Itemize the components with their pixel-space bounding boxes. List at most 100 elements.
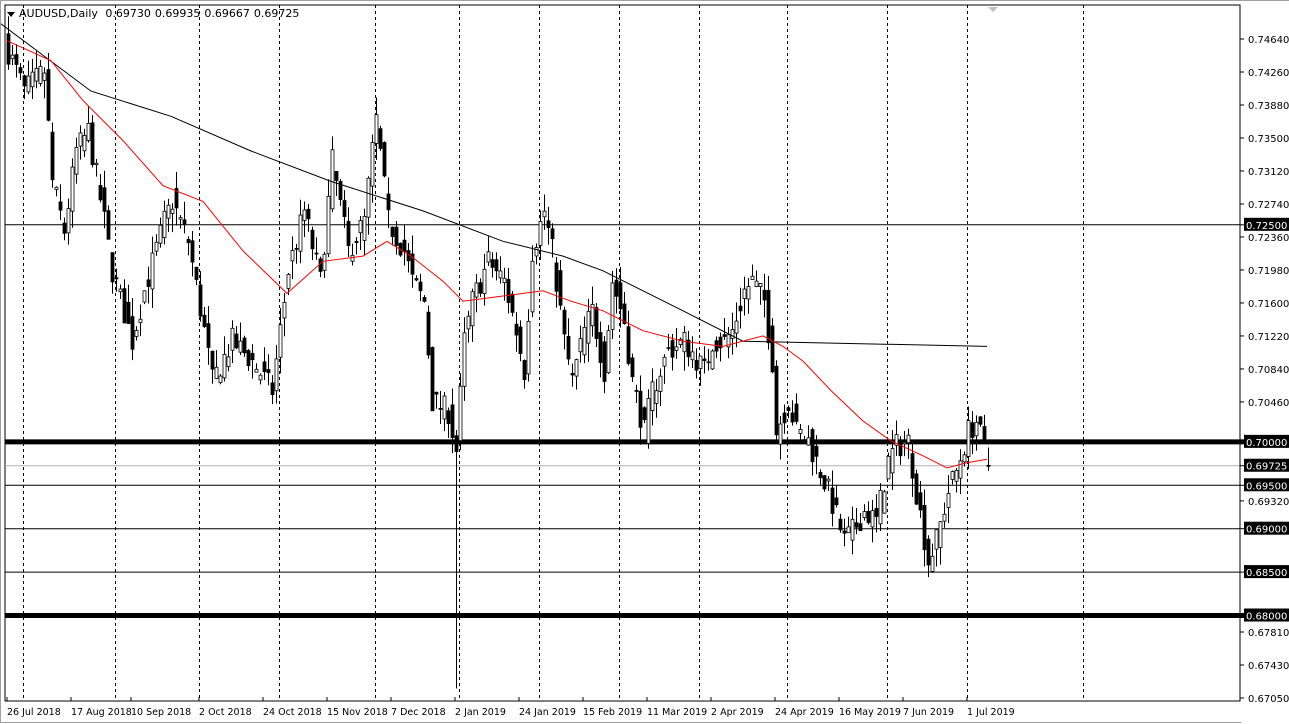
candle-body — [806, 437, 811, 446]
time-tick-label: 16 May 2019 — [839, 707, 901, 718]
candle-body — [666, 347, 671, 350]
candle-body — [606, 330, 611, 374]
candle-body — [318, 258, 323, 272]
candle-body — [454, 435, 459, 453]
candle-body — [526, 321, 531, 375]
candle-body — [950, 471, 955, 480]
candle-body — [798, 428, 803, 434]
candle-body — [694, 360, 699, 371]
price-tick-label: 0.73880 — [1248, 101, 1289, 112]
candle-body — [42, 72, 47, 81]
candle-body — [566, 335, 571, 360]
candle-body — [506, 279, 511, 303]
candle-body — [38, 65, 43, 84]
candle-body — [750, 275, 755, 280]
chart-window: AUDUSD,Daily 0.69730 0.69935 0.69667 0.6972… — [0, 0, 1289, 724]
candle-body — [974, 421, 979, 437]
candle-body — [550, 228, 555, 240]
time-tick-label: 15 Feb 2019 — [583, 707, 642, 718]
candle-body — [846, 526, 851, 534]
candle-body — [646, 398, 651, 444]
candle-body — [238, 340, 243, 353]
candle-body — [402, 239, 407, 253]
candle-body — [874, 507, 879, 517]
candle-body — [110, 252, 115, 283]
price-tick-label: 0.69320 — [1248, 497, 1289, 508]
candle-body — [802, 439, 807, 442]
candle-body — [158, 224, 163, 244]
time-tick-label: 11 Mar 2019 — [647, 707, 707, 718]
price-tick-label: 0.70460 — [1248, 398, 1289, 409]
price-tick-label: 0.71980 — [1248, 266, 1289, 277]
candle-body — [778, 423, 783, 445]
candle-body — [370, 142, 375, 187]
candle-body — [190, 240, 195, 263]
candle-body — [862, 511, 867, 519]
candle-body — [282, 301, 287, 319]
candle-body — [162, 210, 167, 239]
candle-body — [6, 33, 11, 65]
candle-body — [102, 187, 107, 212]
candle-body — [542, 210, 547, 218]
candle-body — [578, 338, 583, 353]
candle-body — [82, 135, 87, 152]
candle-body — [722, 334, 727, 337]
candle-body — [958, 460, 963, 479]
candle-body — [118, 288, 123, 293]
candle-body — [10, 54, 15, 60]
candle-body — [466, 315, 471, 330]
candle-body — [218, 375, 223, 383]
candle-body — [186, 239, 191, 244]
candle-body — [66, 208, 71, 234]
candle-body — [902, 441, 907, 445]
candle-body — [362, 215, 367, 241]
candle-body — [310, 229, 315, 250]
candle-body — [54, 186, 59, 190]
candle-body — [498, 270, 503, 279]
candle-body — [234, 333, 239, 349]
candle-body — [214, 366, 219, 379]
candle-body — [502, 277, 507, 284]
time-tick-label: 10 Sep 2018 — [131, 707, 191, 718]
candle-body — [394, 226, 399, 246]
candle-body — [602, 341, 607, 382]
candle-body — [18, 67, 23, 74]
candle-body — [302, 209, 307, 221]
price-chart[interactable]: 0.74640 0.74260 0.73880 0.73500 0.73120 0.727… — [1, 1, 1289, 724]
candle-body — [746, 286, 751, 300]
candle-body — [138, 318, 143, 324]
price-tick-label: 0.67050 — [1248, 694, 1289, 705]
candle-body — [434, 391, 439, 395]
candle-body — [290, 250, 295, 262]
candle-body — [962, 454, 967, 463]
candle-body — [906, 434, 911, 444]
candle-body — [78, 132, 83, 147]
candle-body — [610, 282, 615, 330]
candle-body — [770, 325, 775, 373]
candle-body — [26, 75, 31, 93]
candle-body — [378, 128, 383, 149]
candle-body — [446, 410, 451, 425]
candle-body — [222, 353, 227, 379]
candle-body — [314, 252, 319, 255]
candle-body — [638, 390, 643, 428]
time-tick-label: 24 Apr 2019 — [775, 707, 834, 718]
candle-body — [782, 412, 787, 424]
candle-body — [670, 340, 675, 358]
candle-body — [634, 390, 639, 392]
candle-body — [202, 314, 207, 327]
candle-body — [594, 307, 599, 339]
level-label: 0.69000 — [1246, 525, 1287, 536]
candle-body — [514, 323, 519, 336]
candle-body — [982, 426, 987, 443]
candle-body — [766, 289, 771, 344]
candle-body — [194, 266, 199, 280]
candle-body — [358, 220, 363, 234]
candle-body — [146, 279, 151, 287]
candle-body — [130, 316, 135, 350]
candle-body — [342, 200, 347, 218]
candle-body — [658, 375, 663, 392]
candle-body — [562, 309, 567, 335]
candle-body — [182, 219, 187, 225]
candle-body — [258, 374, 263, 381]
